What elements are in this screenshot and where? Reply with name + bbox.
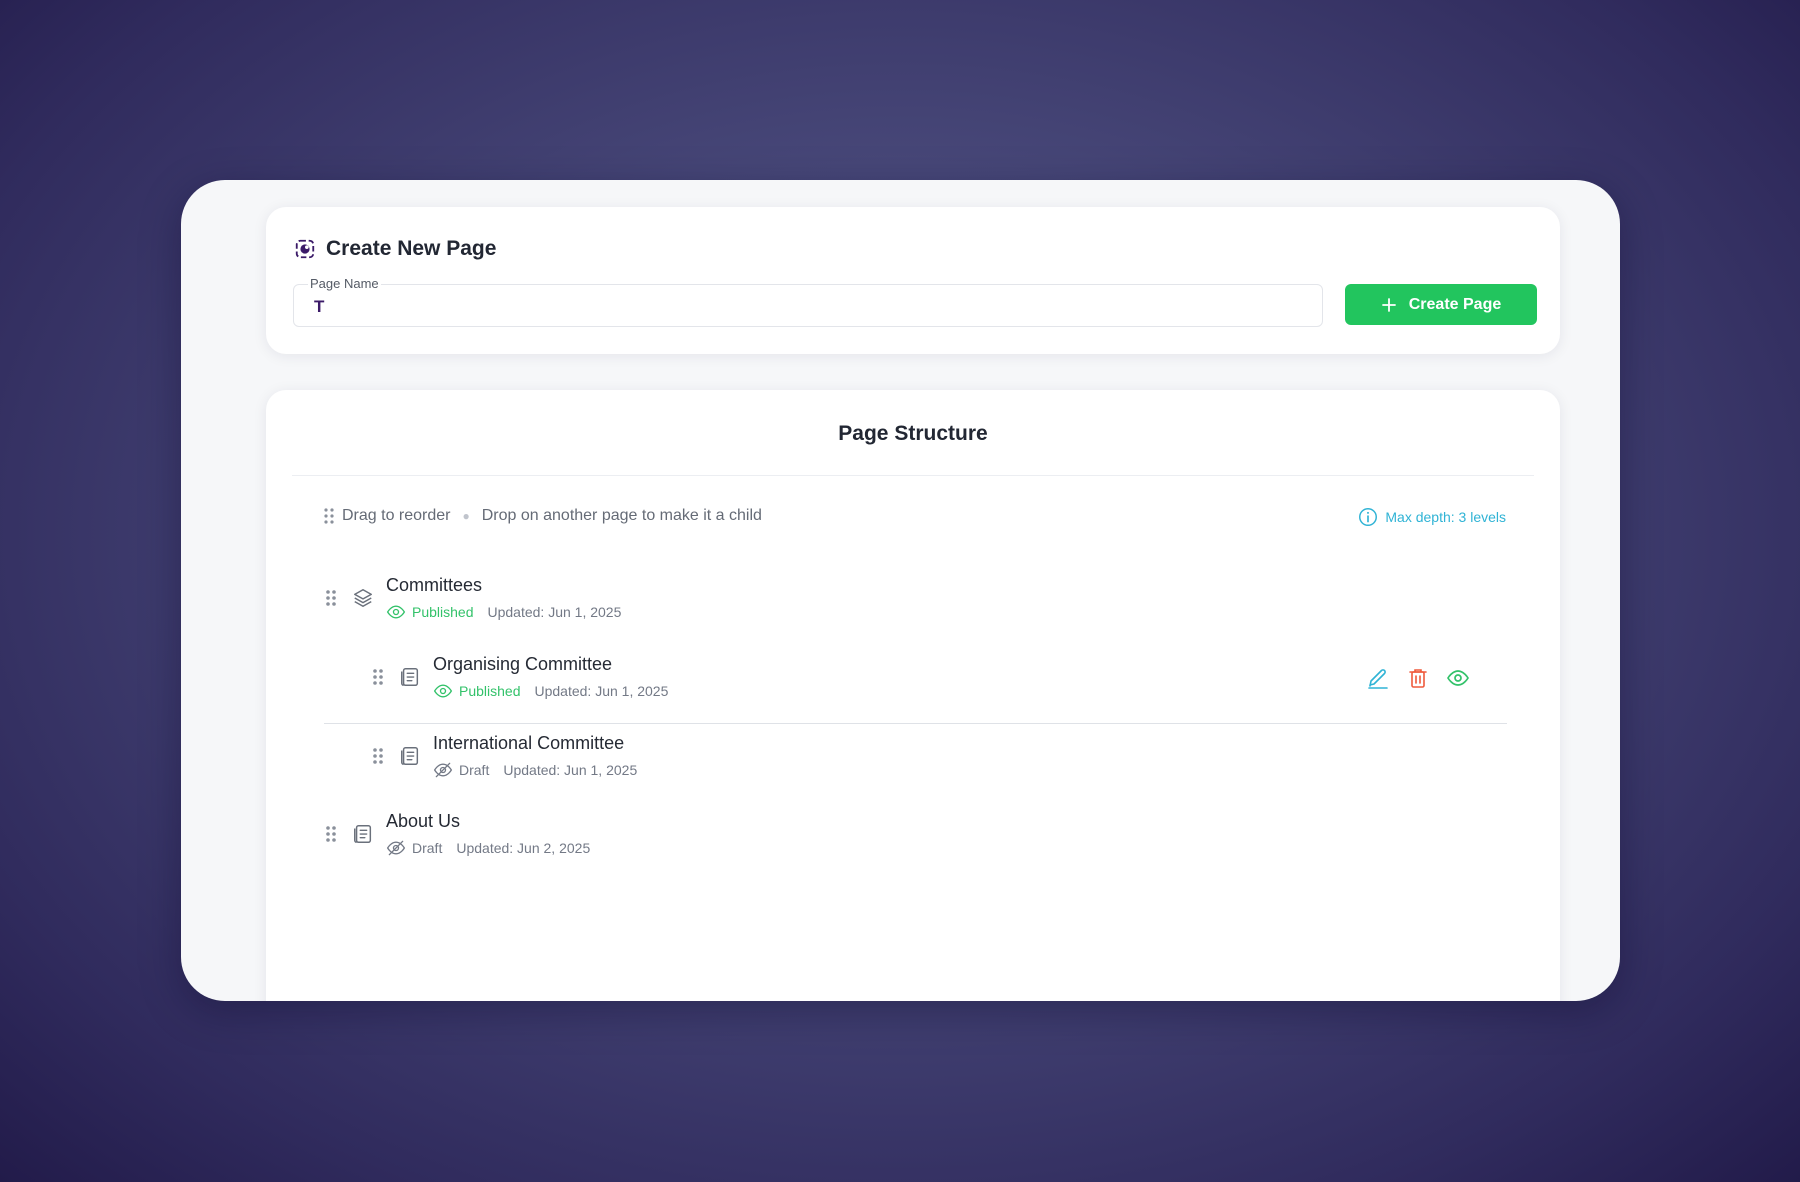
status-badge: Published [459, 682, 521, 699]
page-name: About Us [386, 810, 461, 831]
eye-off-icon [433, 762, 453, 777]
updated-date: Updated: Jun 1, 2025 [503, 761, 638, 778]
drag-handle-icon[interactable] [371, 745, 385, 767]
plus-icon [1381, 297, 1396, 312]
create-page-title: Create New Page [326, 237, 497, 260]
drag-handle-icon[interactable] [324, 823, 338, 845]
divider [292, 475, 1534, 476]
page-structure-title: Page Structure [838, 422, 988, 445]
info-icon [1359, 508, 1378, 526]
status-badge: Draft [459, 761, 490, 778]
page-name: Committees [386, 574, 483, 595]
updated-date: Updated: Jun 1, 2025 [534, 682, 669, 699]
page-name-input[interactable] [314, 295, 1294, 319]
eye-icon [433, 683, 453, 698]
delete-button[interactable] [1406, 666, 1430, 690]
page-row-about-us[interactable]: About Us Draft Updated: Jun 2, 2025 [324, 801, 590, 867]
updated-date: Updated: Jun 1, 2025 [487, 603, 622, 620]
drag-handle-icon[interactable] [371, 666, 385, 688]
page-structure-card: Page Structure Drag to reorder ● Drop on… [266, 390, 1560, 1001]
drag-handle-icon [324, 508, 334, 524]
document-icon [354, 825, 372, 843]
page-name-label: Page Name [308, 276, 381, 291]
max-depth-text: Max depth: 3 levels [1385, 509, 1506, 525]
page-row-international-committee[interactable]: International Committee Draft Updated: J… [371, 723, 637, 789]
eye-off-icon [386, 840, 406, 855]
app-window: Create New Page Page Name Create Page Pa… [181, 180, 1620, 1001]
page-row-organising-committee[interactable]: Organising Committee Published Updated: … [371, 644, 1506, 710]
edit-button[interactable] [1366, 666, 1390, 690]
eye-icon [386, 604, 406, 619]
hint-drag-text: Drag to reorder [342, 507, 451, 524]
trash-icon [1409, 669, 1427, 688]
create-page-card: Create New Page Page Name Create Page [266, 207, 1560, 354]
page-name: Organising Committee [433, 653, 613, 674]
eye-icon [1447, 670, 1469, 686]
max-depth-note: Max depth: 3 levels [1357, 506, 1506, 528]
page-name-field[interactable]: Page Name [293, 276, 1323, 327]
page-name: International Committee [433, 732, 625, 753]
reorder-hint: Drag to reorder ● Drop on another page t… [324, 507, 762, 525]
layers-icon [354, 589, 372, 607]
document-icon [401, 747, 419, 765]
view-button[interactable] [1446, 666, 1470, 690]
updated-date: Updated: Jun 2, 2025 [456, 839, 591, 856]
create-page-heading: Create New Page [294, 237, 496, 261]
create-page-button-label: Create Page [1408, 295, 1502, 313]
pencil-icon [1368, 669, 1388, 689]
page-row-committees[interactable]: Committees Published Updated: Jun 1, 202… [324, 565, 621, 631]
drag-handle-icon[interactable] [324, 587, 338, 609]
create-page-button[interactable]: Create Page [1345, 284, 1537, 325]
status-badge: Draft [412, 839, 443, 856]
separator-dot: ● [462, 509, 470, 523]
document-icon [401, 668, 419, 686]
page-add-icon [295, 239, 315, 259]
hint-drop-text: Drop on another page to make it a child [481, 507, 762, 524]
row-actions [1366, 666, 1470, 690]
status-badge: Published [412, 603, 474, 620]
